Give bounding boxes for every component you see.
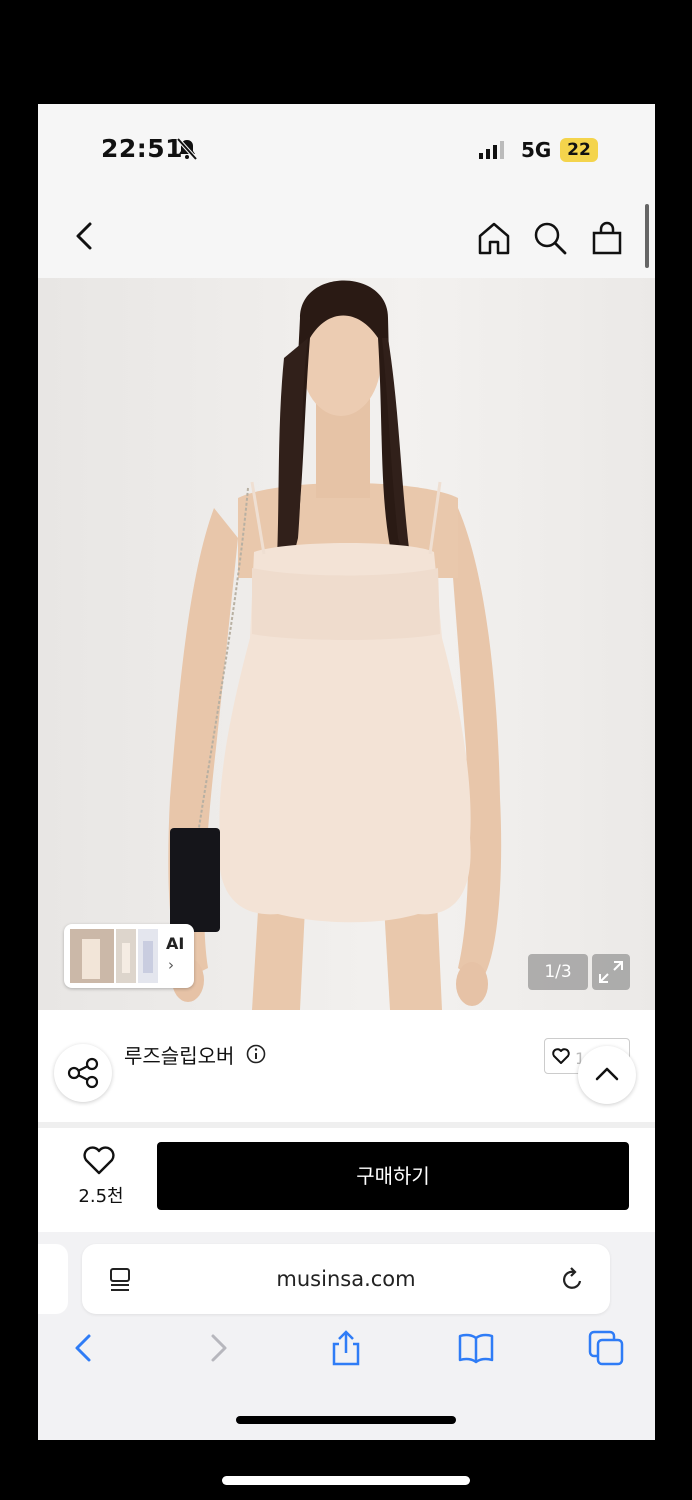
url-text: musinsa.com [276,1267,416,1291]
outer-home-indicator [222,1476,470,1485]
shopping-bag-icon[interactable] [589,220,625,256]
ai-label: AI [166,934,185,953]
ai-recommendation-card[interactable]: AI › [64,924,194,988]
product-image[interactable]: AI › 1/3 [38,278,655,1010]
previous-tab[interactable] [38,1244,68,1314]
browser-forward-icon[interactable] [198,1328,238,1368]
silent-bell-icon [176,138,198,160]
phone-screen: 22:51 5G 22 AI › 1/3 루즈슬립오버 1.1만 2.5천 구매… [38,104,655,1440]
app-navbar [38,194,655,278]
network-type: 5G [521,138,552,162]
back-icon[interactable] [68,218,104,254]
home-indicator [236,1416,456,1424]
share-sheet-icon[interactable] [326,1328,366,1368]
model-photo [168,280,502,1010]
heart-icon [552,1048,570,1064]
browser-toolbar: musinsa.com [38,1232,655,1440]
address-bar[interactable]: musinsa.com [82,1244,610,1314]
scroll-up-icon[interactable] [578,1046,636,1104]
like-heart-icon[interactable] [82,1146,116,1176]
fullscreen-icon[interactable] [592,954,630,990]
status-bar: 22:51 5G 22 [38,104,655,194]
status-time: 22:51 [101,134,184,163]
product-name: 루즈슬립오버 [124,1044,235,1068]
reload-icon[interactable] [560,1266,586,1294]
purchase-bar: 2.5천 구매하기 [38,1128,655,1232]
browser-back-icon[interactable] [64,1328,104,1368]
signal-icon [479,141,504,159]
like-count: 2.5천 [78,1186,124,1207]
product-info: 루즈슬립오버 1.1만 [38,1010,655,1128]
home-icon[interactable] [476,220,512,256]
image-counter: 1/3 [528,954,588,990]
search-icon[interactable] [532,220,568,256]
tabs-icon[interactable] [586,1328,626,1368]
reader-mode-icon[interactable] [108,1266,134,1294]
buy-button[interactable]: 구매하기 [157,1142,629,1210]
chevron-right-icon: › [168,956,174,974]
share-icon[interactable] [54,1044,112,1102]
scroll-indicator [645,204,649,268]
bookmarks-icon[interactable] [456,1328,496,1368]
info-icon[interactable] [246,1044,266,1064]
battery-level: 22 [560,138,598,162]
thumbnail-images [70,929,158,983]
